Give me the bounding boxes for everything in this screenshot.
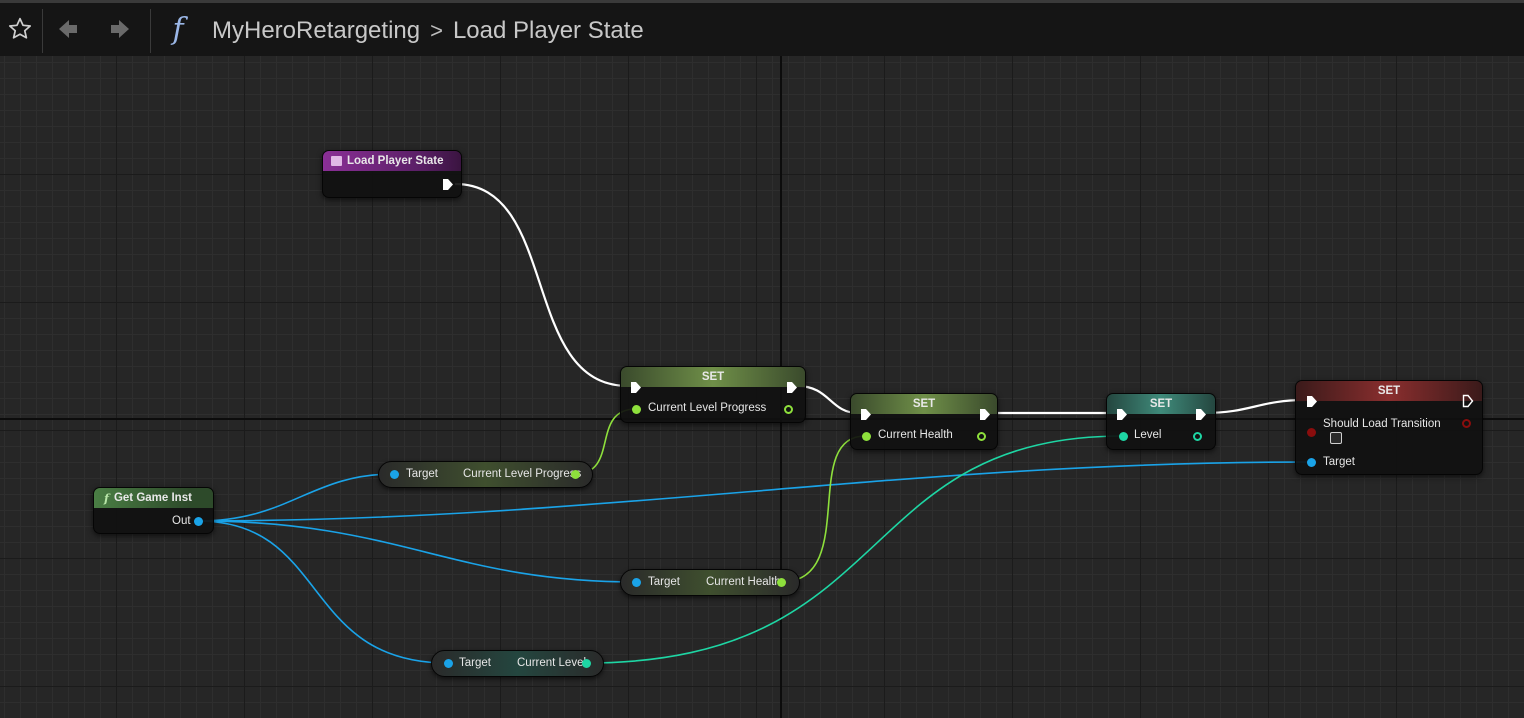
float-in-pin[interactable] [862,432,871,441]
int-out-pin[interactable] [1193,432,1202,441]
node-title: Load Player State [347,155,444,167]
exec-in-pin[interactable] [1116,408,1128,421]
float-out-pin[interactable] [977,432,986,441]
set-should-load-transition-node[interactable]: SET Should Load Transition Target [1295,380,1483,475]
pin-label: Current Health [878,429,953,441]
variable-name: Current Level Progress [463,468,582,480]
float-out-pin[interactable] [571,470,580,479]
breadcrumb-separator: > [430,18,443,43]
breadcrumb-function[interactable]: Load Player State [453,17,644,45]
int-in-pin[interactable] [1119,432,1128,441]
exec-out-pin[interactable] [1462,394,1474,408]
set-level-node[interactable]: SET Level [1106,393,1216,450]
function-entry-node[interactable]: Load Player State [322,150,462,198]
pin-label-target: Target [459,657,491,669]
star-icon[interactable] [2,11,38,47]
object-in-pin[interactable] [1307,458,1316,467]
object-in-pin[interactable] [632,578,641,587]
set-health-node[interactable]: SET Current Health [850,393,998,450]
node-title: SET [851,394,997,414]
exec-out-pin[interactable] [442,178,454,191]
function-icon: f [104,491,109,505]
exec-out-pin[interactable] [979,408,991,421]
float-out-pin[interactable] [777,578,786,587]
get-game-inst-node[interactable]: f Get Game Inst Out [93,487,214,534]
get-current-level-node[interactable]: Target Current Level [431,650,604,677]
get-current-health-node[interactable]: Target Current Health [620,569,800,596]
object-in-pin[interactable] [390,470,399,479]
exec-in-pin[interactable] [860,408,872,421]
exec-out-pin[interactable] [786,381,798,394]
event-icon [331,156,342,166]
forward-arrow-icon[interactable] [102,11,138,47]
pin-label: Level [1134,429,1162,441]
back-arrow-icon[interactable] [50,11,86,47]
pin-label: Current Level Progress [648,402,767,414]
get-current-level-progress-node[interactable]: Target Current Level Progress [378,461,593,488]
variable-name: Current Level [517,657,587,669]
node-title: SET [1296,381,1482,401]
pin-label-target: Target [406,468,438,480]
breadcrumb-blueprint[interactable]: MyHeroRetargeting [212,17,420,45]
pin-label: Should Load Transition [1323,418,1441,430]
variable-name: Current Health [706,576,781,588]
node-title: SET [621,367,805,387]
exec-in-pin[interactable] [630,381,642,394]
float-in-pin[interactable] [632,405,641,414]
object-out-pin[interactable] [194,517,203,526]
pin-label-target: Target [648,576,680,588]
int-out-pin[interactable] [582,659,591,668]
set-level-progress-node[interactable]: SET Current Level Progress [620,366,806,423]
float-out-pin[interactable] [784,405,793,414]
toolbar: f MyHeroRetargeting > Load Player State [0,0,1524,56]
exec-in-pin[interactable] [1306,395,1318,408]
object-in-pin[interactable] [444,659,453,668]
function-icon: f [172,11,184,47]
bool-out-pin[interactable] [1462,419,1471,428]
node-title: Get Game Inst [113,492,192,504]
pin-label-out: Out [172,515,191,527]
pin-label-target: Target [1323,456,1355,468]
breadcrumb: MyHeroRetargeting > Load Player State [212,17,644,45]
exec-out-pin[interactable] [1195,408,1207,421]
bool-in-pin[interactable] [1307,428,1316,437]
bool-checkbox[interactable] [1330,432,1342,444]
